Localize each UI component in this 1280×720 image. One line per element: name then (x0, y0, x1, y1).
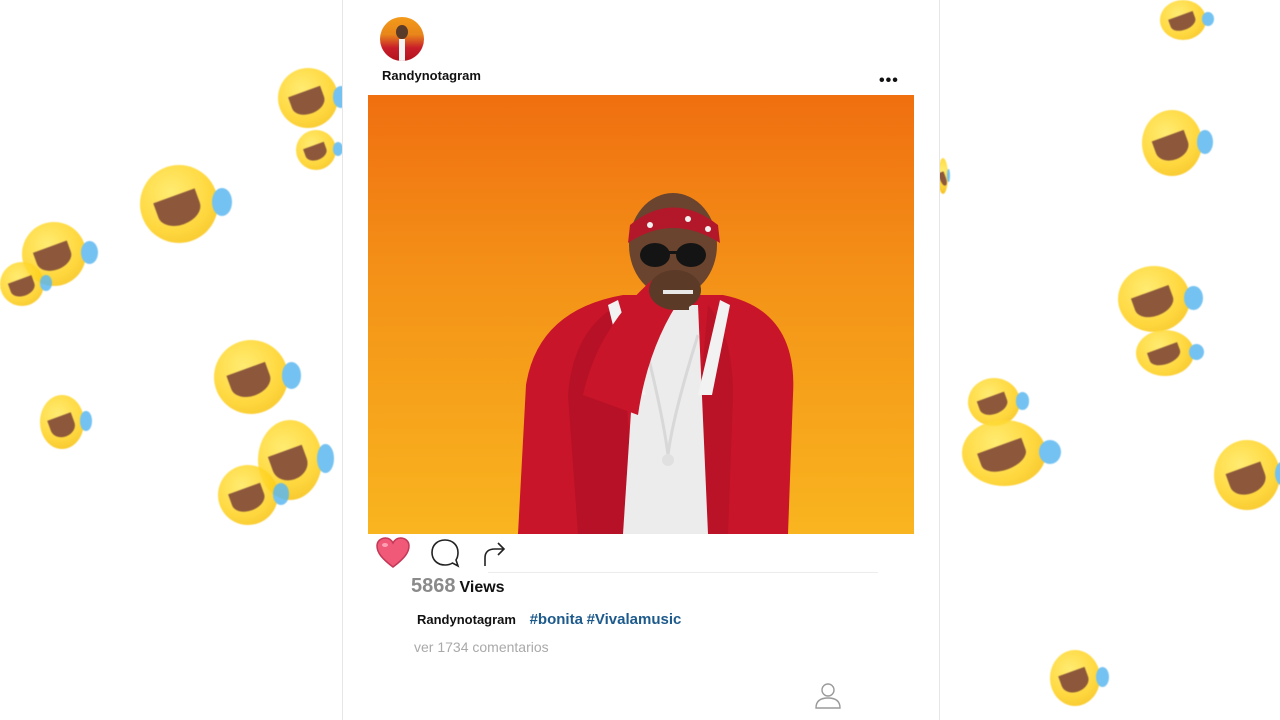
laughing-emoji-icon (40, 395, 92, 449)
laughing-emoji-icon (0, 262, 52, 306)
laughing-emoji-icon (140, 165, 233, 243)
caption-username[interactable]: Randynotagram (417, 612, 516, 627)
person-illustration (518, 193, 794, 534)
laughing-emoji-icon (1160, 0, 1215, 40)
laughing-emoji-icon (1142, 110, 1213, 176)
laughing-emoji-icon (1118, 266, 1203, 332)
heart-icon[interactable] (375, 536, 411, 570)
profile-icon[interactable] (813, 681, 843, 711)
hashtag-bonita[interactable]: #bonita (530, 611, 583, 628)
view-comments-link[interactable]: ver 1734 comentarios (414, 639, 549, 655)
laughing-emoji-icon (1214, 440, 1280, 510)
laughing-emoji-icon (218, 465, 289, 525)
laughing-emoji-icon (214, 340, 302, 414)
post-photo[interactable] (368, 95, 914, 534)
views-label: Views (459, 579, 505, 596)
laughing-emoji-icon (1136, 330, 1205, 376)
post-username[interactable]: Randynotagram (382, 68, 481, 83)
avatar-face (396, 25, 408, 39)
laughing-emoji-icon (1050, 650, 1109, 706)
share-arrow-icon[interactable] (477, 536, 513, 570)
instagram-post-card: Randynotagram ••• 5868 Views Randynotagr… (342, 0, 940, 720)
comment-bubble-icon[interactable] (427, 536, 463, 570)
post-caption: Randynotagram #bonita #Vivalamusic (417, 611, 681, 628)
avatar-shirt (399, 39, 405, 61)
laughing-emoji-icon (296, 130, 344, 170)
views-counter: 5868 Views (411, 575, 505, 598)
avatar[interactable] (380, 17, 424, 61)
laughing-emoji-icon (278, 68, 349, 128)
hashtag-vivalamusic[interactable]: #Vivalamusic (587, 611, 682, 628)
laughing-emoji-icon (962, 420, 1062, 486)
laughing-emoji-icon (968, 378, 1030, 426)
views-count: 5868 (411, 575, 456, 597)
more-options-icon[interactable]: ••• (879, 72, 899, 90)
actions-divider (488, 572, 878, 573)
